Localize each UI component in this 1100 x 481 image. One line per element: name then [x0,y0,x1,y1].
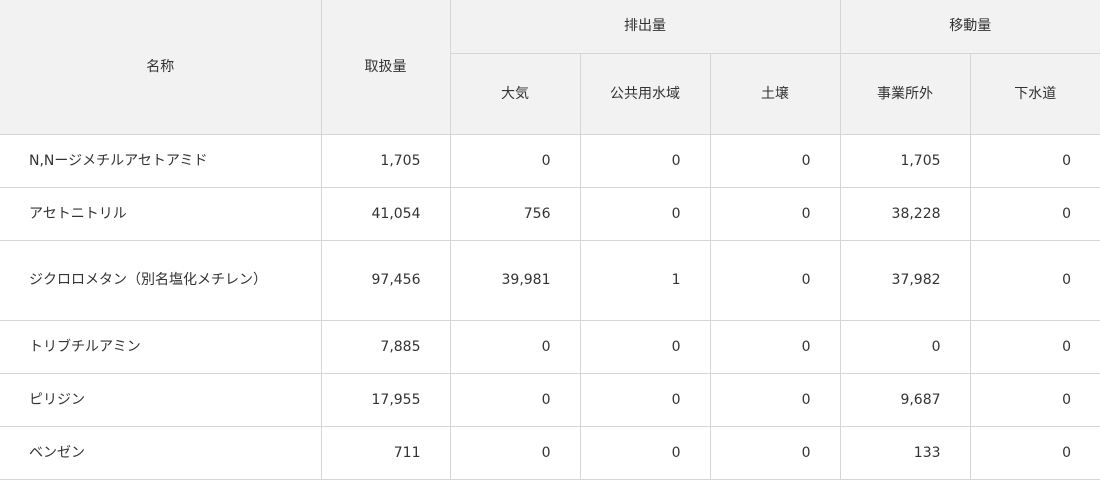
cell-sewer: 0 [969,372,1100,427]
table-row: ジクロロメタン（別名塩化メチレン） 97,456 39,981 1 0 37,9… [0,239,1100,321]
cell-handled: 17,955 [320,372,451,427]
cell-handled: 97,456 [320,239,451,321]
cell-offsite: 38,228 [839,186,971,241]
cell-offsite: 9,687 [839,372,971,427]
cell-name: アセトニトリル [0,186,322,241]
cell-handled: 711 [320,425,451,480]
cell-soil: 0 [709,134,841,188]
cell-soil: 0 [709,186,841,241]
cell-air: 0 [449,425,581,480]
cell-public-water: 0 [579,372,711,427]
header-soil: 土壌 [709,52,841,135]
cell-sewer: 0 [969,239,1100,321]
header-name: 名称 [0,0,322,135]
header-public-water: 公共用水域 [579,52,711,135]
cell-name: トリブチルアミン [0,319,322,374]
cell-air: 0 [449,319,581,374]
cell-sewer: 0 [969,134,1100,188]
cell-offsite: 133 [839,425,971,480]
cell-handled: 41,054 [320,186,451,241]
cell-sewer: 0 [969,186,1100,241]
cell-public-water: 0 [579,134,711,188]
cell-soil: 0 [709,239,841,321]
cell-offsite: 1,705 [839,134,971,188]
cell-soil: 0 [709,319,841,374]
header-transfer: 移動量 [839,0,1100,54]
header-air: 大気 [450,52,581,135]
header-row-top: 名称 取扱量 排出量 移動量 [0,0,1100,135]
cell-public-water: 1 [579,239,711,321]
header-emission: 排出量 [449,0,841,54]
cell-public-water: 0 [579,319,711,374]
table-row: N,Nージメチルアセトアミド 1,705 0 0 0 1,705 0 [0,134,1100,188]
cell-name: ジクロロメタン（別名塩化メチレン） [0,239,322,321]
header-sewer: 下水道 [969,52,1100,135]
cell-sewer: 0 [969,319,1100,374]
table-row: ピリジン 17,955 0 0 0 9,687 0 [0,372,1100,427]
cell-sewer: 0 [969,425,1100,480]
cell-air: 0 [449,134,581,188]
cell-handled: 7,885 [320,319,451,374]
cell-public-water: 0 [579,186,711,241]
cell-name: N,Nージメチルアセトアミド [0,134,322,188]
cell-air: 756 [449,186,581,241]
cell-soil: 0 [709,372,841,427]
cell-air: 39,981 [449,239,581,321]
cell-soil: 0 [709,425,841,480]
cell-public-water: 0 [579,425,711,480]
table-row: トリブチルアミン 7,885 0 0 0 0 0 [0,319,1100,374]
cell-handled: 1,705 [320,134,451,188]
cell-air: 0 [449,372,581,427]
chemical-release-table: 名称 取扱量 排出量 移動量 大気 公共用水域 土壌 事業所外 下水道 N,Nー… [0,0,1100,480]
cell-offsite: 0 [839,319,971,374]
cell-name: ベンゼン [0,425,322,480]
table-row: ベンゼン 711 0 0 0 133 0 [0,425,1100,480]
header-handled: 取扱量 [320,0,451,135]
table-body: N,Nージメチルアセトアミド 1,705 0 0 0 1,705 0 アセトニト… [0,134,1100,480]
cell-name: ピリジン [0,372,322,427]
cell-offsite: 37,982 [839,239,971,321]
table-row: アセトニトリル 41,054 756 0 0 38,228 0 [0,186,1100,241]
table-header: 名称 取扱量 排出量 移動量 大気 公共用水域 土壌 事業所外 下水道 [0,0,1100,135]
header-offsite: 事業所外 [839,52,971,135]
